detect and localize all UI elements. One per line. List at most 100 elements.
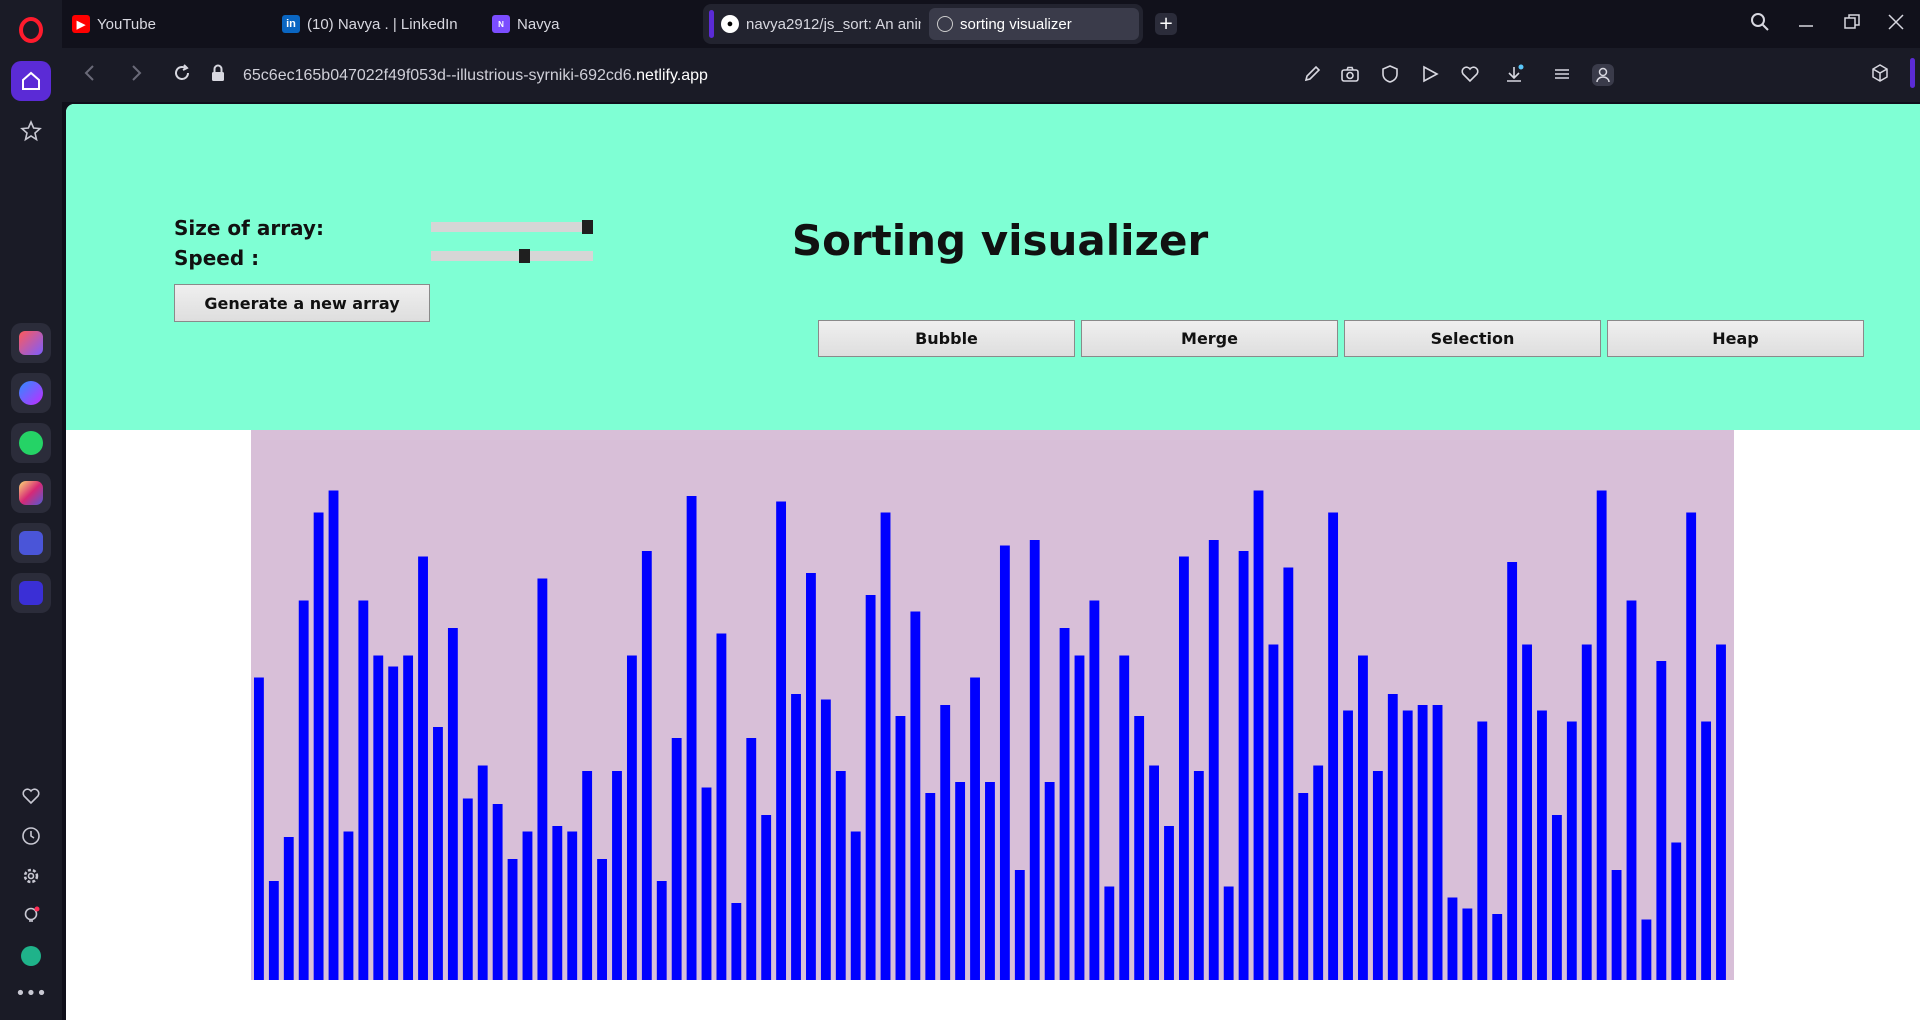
array-bar — [1298, 793, 1309, 980]
array-bar — [477, 765, 488, 980]
merge-sort-button[interactable]: Merge — [1081, 320, 1338, 357]
profile-icon[interactable] — [1592, 64, 1614, 86]
page-title: Sorting visualizer — [791, 216, 1209, 265]
generate-array-button[interactable]: Generate a new array — [174, 284, 430, 322]
music-player-icon[interactable] — [11, 523, 51, 563]
close-window-icon[interactable] — [1886, 12, 1906, 32]
array-bar — [1551, 815, 1562, 980]
selection-sort-button[interactable]: Selection — [1344, 320, 1601, 357]
heart-icon[interactable] — [11, 776, 51, 816]
array-bar — [746, 738, 757, 980]
array-bar — [507, 859, 518, 980]
shield-icon[interactable] — [1380, 64, 1400, 88]
array-bar — [1253, 490, 1264, 980]
array-bar — [1059, 628, 1070, 980]
array-bar — [1626, 600, 1637, 980]
search-tabs-icon[interactable] — [1750, 12, 1770, 37]
forward-icon[interactable] — [126, 63, 146, 87]
array-bar — [626, 655, 637, 980]
settings-gear-icon[interactable] — [11, 856, 51, 896]
array-bar — [1462, 908, 1473, 980]
portfolio-icon: N — [492, 15, 510, 33]
lightbulb-icon[interactable] — [11, 896, 51, 936]
array-bar — [686, 496, 697, 980]
back-icon[interactable] — [80, 63, 100, 87]
array-bar — [1119, 655, 1130, 980]
tab-label: Navya — [517, 15, 560, 33]
array-bar — [1507, 562, 1518, 980]
array-bars-chart — [251, 430, 1734, 980]
array-bar — [1671, 842, 1682, 980]
array-bar — [268, 881, 279, 980]
array-bar — [1193, 771, 1204, 980]
array-bar — [1134, 716, 1145, 980]
array-bar — [1014, 870, 1025, 980]
flow-send-icon[interactable] — [1420, 64, 1440, 88]
bookmarks-star-icon[interactable] — [11, 111, 51, 151]
lock-icon[interactable] — [210, 64, 226, 86]
array-bar — [254, 677, 264, 980]
array-bar — [1611, 870, 1622, 980]
array-bar — [298, 600, 309, 980]
bubble-sort-button[interactable]: Bubble — [818, 320, 1075, 357]
array-bar — [940, 705, 951, 980]
opera-logo-icon[interactable] — [11, 10, 51, 50]
heap-sort-button[interactable]: Heap — [1607, 320, 1864, 357]
url-field[interactable]: 65c6ec165b047022f49f053d--illustrious-sy… — [243, 67, 708, 85]
reload-icon[interactable] — [172, 63, 192, 87]
array-bar — [492, 804, 503, 980]
web-page: Size of array: Speed : Generate a new ar… — [66, 104, 1920, 1020]
more-options-icon[interactable]: ••• — [11, 973, 51, 1013]
array-bar — [313, 512, 324, 980]
array-bar — [865, 595, 876, 980]
array-bar — [373, 655, 384, 980]
array-bar — [1313, 765, 1324, 980]
array-bar — [418, 556, 428, 980]
array-bar — [1178, 556, 1189, 980]
array-bar — [791, 694, 801, 980]
restore-window-icon[interactable] — [1842, 12, 1862, 32]
amazon-icon[interactable] — [11, 936, 51, 976]
array-bar — [641, 551, 652, 980]
extensions-cube-icon[interactable] — [1870, 63, 1890, 87]
tab-portfolio[interactable]: N Navya — [492, 6, 692, 42]
messenger-icon[interactable] — [11, 373, 51, 413]
downloads-icon[interactable] — [1504, 64, 1524, 88]
edit-note-icon[interactable] — [1302, 64, 1322, 88]
array-bar — [283, 837, 294, 980]
tab-linkedin[interactable]: in (10) Navya . | LinkedIn — [282, 6, 482, 42]
tab-sorting-visualizer[interactable]: sorting visualizer — [929, 8, 1139, 40]
array-bar — [522, 831, 533, 980]
array-bar — [1686, 512, 1697, 980]
new-tab-plus-icon[interactable]: + — [1155, 13, 1177, 35]
sidebar-toggle[interactable] — [1910, 58, 1915, 88]
heart-icon[interactable] — [1460, 64, 1480, 88]
instagram-icon[interactable] — [11, 473, 51, 513]
easy-setup-icon[interactable] — [1552, 64, 1572, 88]
array-bar — [1596, 490, 1607, 980]
array-bar — [1104, 886, 1115, 980]
flow-icon[interactable] — [11, 573, 51, 613]
array-bar — [1268, 644, 1279, 980]
tab-youtube[interactable]: ▶ YouTube — [72, 6, 272, 42]
page-header: Size of array: Speed : Generate a new ar… — [66, 104, 1920, 430]
aria-icon[interactable] — [11, 323, 51, 363]
array-bar — [597, 859, 607, 980]
array-bar — [1089, 600, 1100, 980]
array-bar — [656, 881, 667, 980]
history-clock-icon[interactable] — [11, 816, 51, 856]
array-bar — [447, 628, 458, 980]
home-icon[interactable] — [11, 61, 51, 101]
array-bar — [1149, 765, 1159, 980]
array-bar — [701, 787, 712, 980]
array-bar — [1566, 721, 1577, 980]
array-bar — [1402, 710, 1413, 980]
array-bar — [582, 771, 593, 980]
whatsapp-icon[interactable] — [11, 423, 51, 463]
array-bar — [1447, 897, 1458, 980]
array-bar — [1716, 644, 1726, 980]
camera-icon[interactable] — [1340, 64, 1360, 88]
minimize-icon[interactable] — [1796, 12, 1816, 32]
tab-github[interactable]: ● navya2912/js_sort: An anim — [721, 6, 921, 42]
array-bar — [1581, 644, 1592, 980]
